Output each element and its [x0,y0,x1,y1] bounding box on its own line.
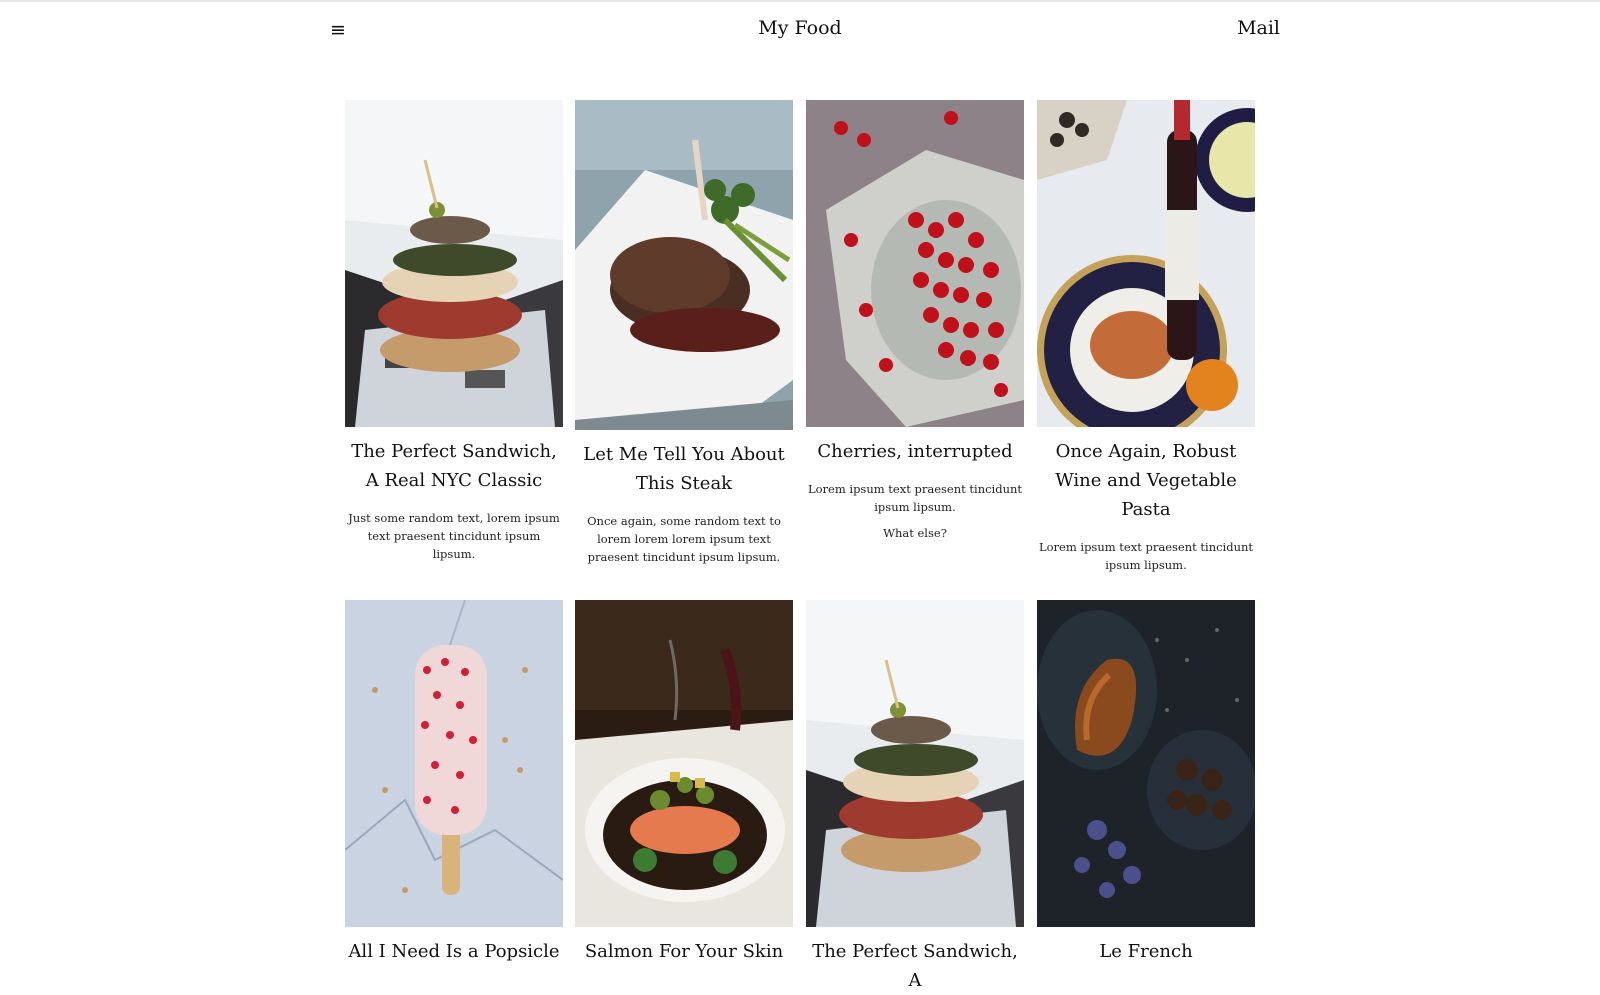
post-card[interactable]: Once Again, Robust Wine and Vegetable Pa… [1037,100,1255,574]
top-nav: ≡ My Food Mail [0,2,1600,54]
post-excerpt: Lorem ipsum text praesent tincidunt ipsu… [807,482,1023,514]
post-image-sandwich[interactable] [806,600,1024,927]
post-card[interactable]: The Perfect Sandwich, A [806,600,1024,995]
post-image-steak[interactable] [575,100,793,430]
post-image-cherries[interactable] [806,100,1024,427]
site-title[interactable]: My Food [700,14,900,42]
post-extra-text: What else? [883,526,947,540]
mail-link[interactable]: Mail [1180,14,1280,42]
post-title[interactable]: Once Again, Robust Wine and Vegetable Pa… [1039,437,1253,524]
post-title[interactable]: Let Me Tell You About This Steak [577,440,791,498]
post-excerpt: Just some random text, lorem ipsum text … [348,511,560,561]
post-title[interactable]: The Perfect Sandwich, A Real NYC Classic [347,437,561,495]
post-card[interactable]: Cherries, interrupted Lorem ipsum text p… [806,100,1024,542]
post-card[interactable]: All I Need Is a Popsicle [345,600,563,966]
post-card[interactable]: The Perfect Sandwich, A Real NYC Classic… [345,100,563,563]
post-image-popsicle[interactable] [345,600,563,927]
post-card[interactable]: Let Me Tell You About This Steak Once ag… [575,100,793,566]
post-card[interactable]: Le French [1037,600,1255,966]
post-card[interactable]: Salmon For Your Skin [575,600,793,966]
post-image-wine-pasta[interactable] [1037,100,1255,427]
post-excerpt: Lorem ipsum text praesent tincidunt ipsu… [1038,540,1254,572]
post-title[interactable]: Cherries, interrupted [808,437,1022,466]
hamburger-icon[interactable]: ≡ [330,18,350,42]
post-image-salmon[interactable] [575,600,793,927]
post-image-croissant[interactable] [1037,600,1255,927]
post-image-sandwich[interactable] [345,100,563,427]
post-excerpt: Once again, some random text to lorem lo… [587,514,781,564]
post-title[interactable]: The Perfect Sandwich, A [808,937,1022,995]
